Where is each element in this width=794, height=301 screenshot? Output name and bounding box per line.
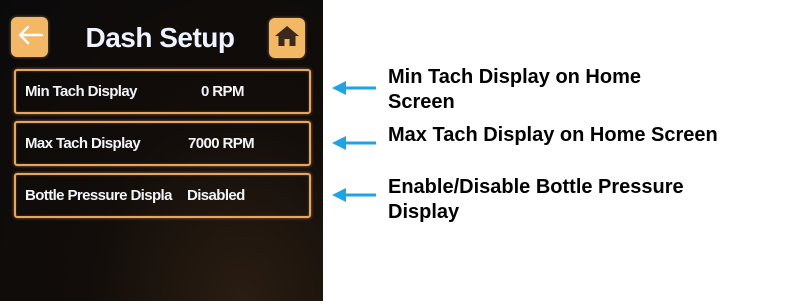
page-title: Dash Setup [85, 22, 235, 53]
home-button[interactable] [269, 18, 305, 58]
setting-label: Max Tach Display [25, 135, 141, 152]
callout-max-tach: Max Tach Display on Home Screen [388, 123, 718, 148]
callout-line: Display [388, 201, 460, 223]
back-arrow-icon [16, 24, 44, 51]
callout-min-tach: Min Tach Display on Home Screen [388, 65, 641, 115]
back-button[interactable] [11, 17, 48, 57]
setting-value: 7000 RPM [188, 135, 255, 152]
setting-value: 0 RPM [201, 83, 244, 100]
callout-line: Enable/Disable Bottle Pressure [388, 176, 684, 198]
callout-line: Min Tach Display on Home [388, 66, 641, 88]
setting-value: Disabled [187, 187, 245, 204]
setting-min-tach-display[interactable]: Min Tach Display 0 RPM [14, 69, 311, 114]
callout-arrow-icon [332, 81, 376, 95]
setting-label: Min Tach Display [25, 83, 137, 100]
callout-bottle-pressure: Enable/Disable Bottle Pressure Display [388, 175, 684, 225]
callout-arrow-icon [332, 136, 376, 150]
callout-line: Max Tach Display on Home Screen [388, 124, 718, 146]
callout-line: Screen [388, 91, 455, 113]
setting-bottle-pressure-display[interactable]: Bottle Pressure Displa Disabled [14, 173, 311, 218]
home-icon [274, 24, 300, 53]
dash-setup-screen: Dash Setup Min Tach Display 0 RPM Max Ta… [0, 0, 323, 301]
setting-max-tach-display[interactable]: Max Tach Display 7000 RPM [14, 121, 311, 166]
setting-label: Bottle Pressure Displa [25, 187, 172, 204]
callout-arrow-icon [332, 188, 376, 202]
